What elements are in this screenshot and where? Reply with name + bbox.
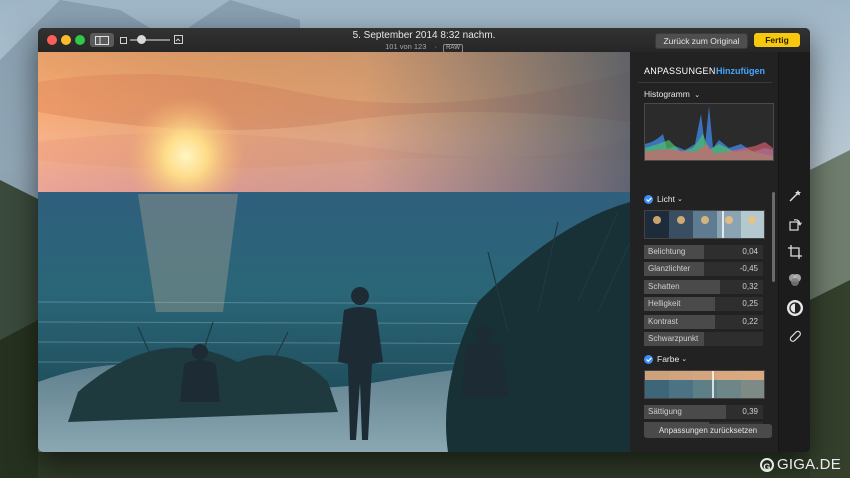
section-color[interactable]: Farbe ⌄: [644, 354, 687, 364]
zoom-slider[interactable]: [120, 34, 184, 46]
color-label: Farbe: [657, 354, 680, 364]
slider-value: 0,04: [742, 247, 758, 256]
photo-date: 5. September 2014 8:32 nachm.: [352, 30, 496, 41]
zoom-out-icon: [120, 37, 127, 44]
panel-divider: [638, 82, 772, 83]
light-slider-row[interactable]: Kontrast 0,22: [644, 314, 763, 329]
filters-icon[interactable]: [787, 272, 803, 288]
checkmark-icon: [645, 196, 652, 202]
done-button[interactable]: Fertig: [754, 33, 800, 47]
minimize-button[interactable]: [61, 35, 71, 45]
light-thumbnails: [645, 211, 764, 238]
giga-watermark: G GIGA.DE: [760, 456, 841, 473]
chevron-down-icon: ⌄: [676, 196, 683, 203]
adjustments-panel: ANPASSUNGEN Hinzufügen Histogramm ⌄ Lich…: [630, 52, 778, 452]
section-light[interactable]: Licht ⌄: [644, 194, 683, 204]
light-label: Licht: [657, 194, 675, 204]
slider-label: Belichtung: [648, 247, 686, 256]
title-separator: ·: [434, 42, 438, 51]
color-enabled-checkbox[interactable]: [644, 354, 653, 364]
fullscreen-button[interactable]: [75, 35, 85, 45]
slider-value: 0,32: [742, 281, 758, 291]
sidebar-toggle-button[interactable]: [90, 33, 114, 47]
slider-label: Schatten: [648, 281, 680, 291]
tab-adjustments[interactable]: ANPASSUNGEN: [644, 66, 716, 76]
slider-label: Glanzlichter: [648, 264, 691, 274]
slider-value: -0,45: [739, 264, 758, 274]
title-bar: 5. September 2014 8:32 nachm. 101 von 12…: [38, 28, 810, 53]
zoom-track: [130, 39, 170, 41]
magic-wand-icon[interactable]: [787, 188, 803, 204]
slider-value: 0,39: [742, 407, 758, 416]
light-filmstrip[interactable]: [644, 210, 765, 239]
revert-to-original-button[interactable]: Zurück zum Original: [655, 33, 748, 49]
zoom-in-icon: [174, 35, 183, 44]
slider-value: 0,22: [742, 316, 758, 326]
adjust-icon[interactable]: [787, 300, 803, 316]
histogram: [644, 103, 774, 161]
giga-logo: G: [760, 457, 774, 472]
chevron-down-icon: ⌄: [681, 356, 688, 363]
slider-label: Sättigung: [648, 407, 682, 416]
light-slider-row[interactable]: Schwarzpunkt: [644, 332, 763, 346]
chevron-down-icon: ⌄: [694, 92, 701, 99]
slider-value: 0,25: [742, 299, 758, 309]
panel-scrollbar[interactable]: [772, 192, 775, 282]
slider-label: Kontrast: [648, 316, 678, 326]
window-title: 5. September 2014 8:32 nachm. 101 von 12…: [324, 30, 524, 53]
light-enabled-checkbox[interactable]: [644, 194, 653, 204]
tools-sidebar: [778, 52, 810, 452]
light-slider-row[interactable]: Helligkeit 0,25: [644, 297, 763, 312]
photo-canvas[interactable]: [38, 52, 630, 452]
retouch-icon[interactable]: [787, 328, 803, 344]
photos-window: 5. September 2014 8:32 nachm. 101 von 12…: [38, 28, 810, 452]
light-slider-row[interactable]: Schatten 0,32: [644, 279, 763, 294]
checkmark-icon: [645, 356, 652, 362]
histogram-header[interactable]: Histogramm ⌄: [644, 89, 700, 99]
rotate-icon[interactable]: [787, 216, 803, 232]
reset-adjustments-button[interactable]: Anpassungen zurücksetzen: [644, 424, 772, 438]
photo-count: 101 von 123: [385, 42, 427, 51]
sidebar-icon: [95, 35, 109, 45]
light-slider-row[interactable]: Belichtung 0,04: [644, 245, 763, 259]
color-filmstrip[interactable]: [644, 370, 765, 399]
crop-icon[interactable]: [787, 244, 803, 260]
slider-label: Helligkeit: [648, 299, 681, 309]
watermark-text: GIGA.DE: [777, 456, 841, 473]
color-thumbnails: [645, 371, 764, 398]
histogram-label: Histogramm: [644, 89, 690, 99]
close-button[interactable]: [47, 35, 57, 45]
zoom-knob[interactable]: [137, 35, 146, 44]
light-slider-row[interactable]: Glanzlichter -0,45: [644, 262, 763, 277]
tab-add[interactable]: Hinzufügen: [716, 66, 765, 76]
slider-label: Schwarzpunkt: [648, 334, 699, 343]
color-slider-row[interactable]: Sättigung 0,39: [644, 405, 763, 419]
